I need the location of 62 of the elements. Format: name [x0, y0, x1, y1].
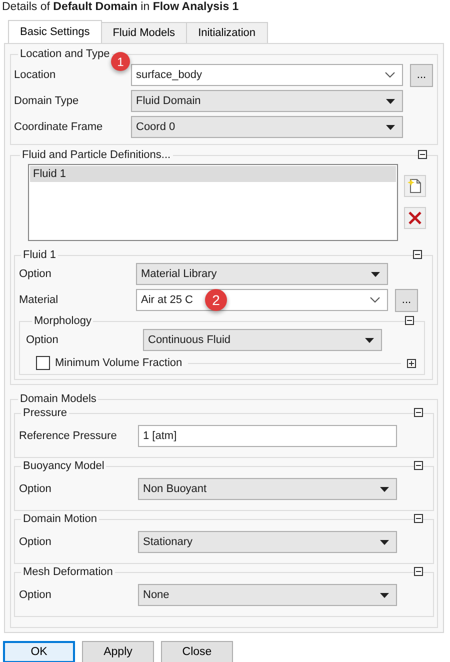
caret-icon	[365, 338, 374, 342]
group-title: Fluid and Particle Definitions...	[21, 149, 172, 161]
new-document-icon[interactable]	[404, 175, 426, 197]
chevron-icon	[370, 297, 380, 303]
dropdown[interactable]: Coord 0	[131, 116, 403, 138]
collapse-icon[interactable]	[414, 461, 423, 470]
dropdown[interactable]: Material Library	[136, 263, 388, 285]
tab[interactable]: Initialization	[186, 22, 268, 43]
collapse-icon[interactable]	[405, 316, 414, 325]
field-label: Material	[19, 294, 60, 306]
group-title: Domain Motion	[22, 513, 98, 525]
step-badge: 2	[204, 289, 227, 311]
chevron-icon	[385, 72, 395, 78]
collapse-icon[interactable]	[418, 150, 427, 159]
panel-title: Details of Default Domain in Flow Analysis 1	[1, 0, 240, 15]
dropdown[interactable]: Continuous Fluid	[143, 329, 382, 351]
checkbox[interactable]	[36, 356, 50, 370]
field-label: Option	[19, 483, 52, 495]
group-title: Location and Type	[19, 48, 111, 60]
tab[interactable]: Basic Settings	[8, 20, 102, 43]
combo-box[interactable]: surface_body	[131, 64, 403, 86]
field-label: Option	[19, 536, 52, 548]
list-item[interactable]: Fluid 1	[30, 166, 396, 182]
group-title: Pressure	[22, 407, 68, 419]
collapse-icon[interactable]	[413, 250, 422, 259]
field-label: Location	[14, 69, 57, 81]
caret-icon	[386, 98, 395, 104]
caret-icon	[371, 272, 380, 276]
collapse-icon[interactable]	[414, 408, 423, 417]
group-title: Domain Models	[19, 393, 98, 405]
combo-box[interactable]: Air at 25 C 2	[136, 289, 388, 311]
expand-icon[interactable]	[407, 358, 416, 368]
checkbox-label: Minimum Volume Fraction	[55, 357, 182, 369]
step-badge: 1	[111, 52, 130, 71]
field-label: Option	[19, 589, 52, 601]
caret-icon	[380, 486, 389, 492]
field-label: Option	[19, 268, 52, 280]
collapse-icon[interactable]	[414, 514, 423, 523]
dropdown[interactable]: Non Buoyant	[138, 478, 397, 500]
caret-icon	[380, 592, 389, 598]
dialog-button[interactable]: Close	[161, 641, 233, 662]
input-field[interactable]: 1 [atm]	[138, 425, 397, 447]
group-title: Buoyancy Model	[22, 460, 106, 472]
delete-icon[interactable]	[404, 207, 426, 229]
browse-button[interactable]: ...	[395, 288, 418, 312]
dropdown[interactable]: Stationary	[138, 531, 397, 553]
dropdown[interactable]: Fluid Domain	[131, 90, 403, 112]
field-label: Coordinate Frame	[14, 121, 104, 133]
dropdown[interactable]: None	[138, 584, 397, 606]
group-title: Mesh Deformation	[22, 566, 114, 578]
caret-icon	[386, 124, 395, 130]
caret-icon	[380, 540, 389, 544]
collapse-icon[interactable]	[414, 567, 423, 576]
group-title: Morphology	[33, 315, 92, 327]
field-label: Option	[26, 334, 60, 346]
tab[interactable]: Fluid Models	[100, 22, 188, 43]
field-label: Domain Type	[14, 95, 80, 107]
field-label: Reference Pressure	[19, 430, 118, 442]
dialog-button[interactable]: OK	[3, 641, 75, 662]
group-title: Fluid 1	[22, 249, 58, 261]
browse-button[interactable]: ...	[410, 64, 433, 86]
dialog-button[interactable]: Apply	[82, 641, 154, 662]
